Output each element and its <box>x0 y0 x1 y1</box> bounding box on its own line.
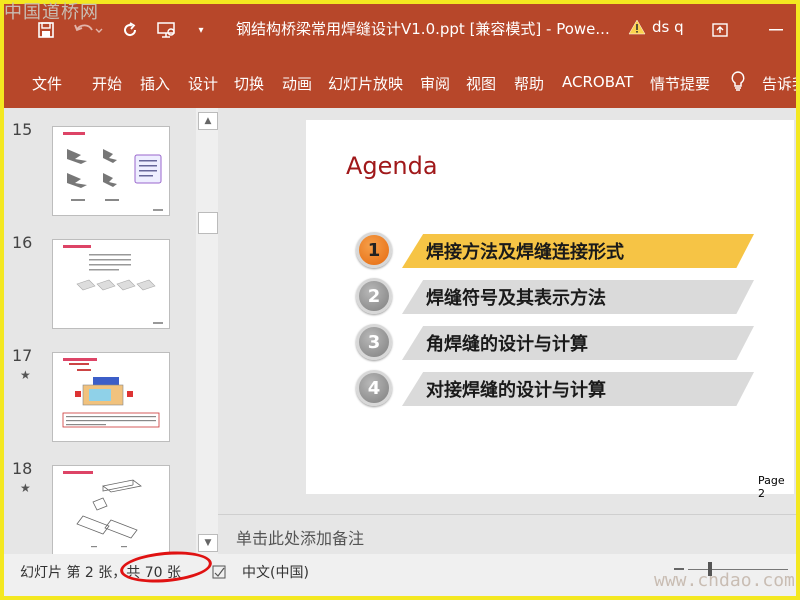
tell-me-search[interactable]: 告诉我 <box>762 73 796 94</box>
warning-icon <box>628 19 646 35</box>
agenda-text: 角焊缝的设计与计算 <box>402 326 754 360</box>
agenda-text: 对接焊缝的设计与计算 <box>402 372 754 406</box>
agenda-text: 焊接方法及焊缝连接形式 <box>402 234 754 268</box>
watermark-bottom: www.cndao.com <box>654 570 795 591</box>
present-icon[interactable] <box>154 18 180 42</box>
slide-thumbnail-17[interactable]: 17 ★ <box>4 346 196 459</box>
tab-animations[interactable]: 动画 <box>282 73 312 94</box>
agenda-item-3[interactable]: 3 角焊缝的设计与计算 <box>356 324 766 362</box>
slide-star: ★ <box>20 481 31 495</box>
spellcheck-icon[interactable] <box>212 564 226 583</box>
scroll-thumb[interactable] <box>198 212 218 234</box>
slide-number: 15 <box>12 120 33 139</box>
tab-slideshow[interactable]: 幻灯片放映 <box>328 73 403 94</box>
slide-title[interactable]: Agenda <box>346 152 438 180</box>
language-status[interactable]: 中文(中国) <box>242 562 309 582</box>
notes-pane[interactable]: 单击此处添加备注 <box>218 514 796 555</box>
slide-thumbnail-pane: 15 16 17 ★ 18 ★ <box>4 108 218 554</box>
watermark-top: 中国道桥网 <box>4 2 99 23</box>
tab-storyboarding[interactable]: 情节提要 <box>650 73 710 94</box>
tab-design[interactable]: 设计 <box>188 73 218 94</box>
agenda-number: 4 <box>356 370 392 406</box>
thumbnail-image <box>52 465 170 554</box>
minimize-icon[interactable] <box>766 18 786 42</box>
title-bar: ▾ 钢结构桥梁常用焊缝设计V1.0.ppt [兼容模式] - Powe... d… <box>4 4 796 56</box>
slide-number: 18 <box>12 459 33 478</box>
agenda-text: 焊缝符号及其表示方法 <box>402 280 754 314</box>
customize-qat-icon[interactable]: ▾ <box>194 18 208 42</box>
tab-view[interactable]: 视图 <box>466 73 496 94</box>
restore-ribbon-icon[interactable] <box>708 18 732 42</box>
scroll-up-icon[interactable]: ▲ <box>198 112 218 130</box>
agenda-item-2[interactable]: 2 焊缝符号及其表示方法 <box>356 278 766 316</box>
notes-placeholder[interactable]: 单击此处添加备注 <box>236 525 364 549</box>
ribbon-menu: 文件 开始 插入 设计 切换 动画 幻灯片放映 审阅 视图 帮助 ACROBAT… <box>4 56 796 108</box>
window-title: 钢结构桥梁常用焊缝设计V1.0.ppt [兼容模式] - Powe... <box>236 20 610 38</box>
redo-icon[interactable] <box>118 18 142 42</box>
tab-acrobat[interactable]: ACROBAT <box>562 73 633 91</box>
agenda-item-1[interactable]: 1 焊接方法及焊缝连接形式 <box>356 232 766 270</box>
slide-star: ★ <box>20 368 31 382</box>
slide-thumbnail-15[interactable]: 15 <box>4 120 196 233</box>
tab-home[interactable]: 开始 <box>92 73 122 94</box>
scroll-down-icon[interactable]: ▼ <box>198 534 218 552</box>
thumbnail-image <box>52 352 170 442</box>
thumbnail-image <box>52 239 170 329</box>
account-name: ds q <box>652 18 684 36</box>
agenda-number: 1 <box>356 232 392 268</box>
agenda-number: 2 <box>356 278 392 314</box>
slide-thumbnail-16[interactable]: 16 <box>4 233 196 346</box>
thumbnail-scrollbar[interactable]: ▲ ▼ <box>196 108 218 554</box>
page-number-label: Page 2 <box>758 474 785 500</box>
account-warning[interactable]: ds q <box>628 18 684 36</box>
slide-number: 17 <box>12 346 33 365</box>
agenda-item-4[interactable]: 4 对接焊缝的设计与计算 <box>356 370 766 408</box>
slide-number: 16 <box>12 233 33 252</box>
tab-insert[interactable]: 插入 <box>140 73 170 94</box>
tab-file[interactable]: 文件 <box>32 73 62 94</box>
lightbulb-icon[interactable] <box>730 70 746 96</box>
tab-review[interactable]: 审阅 <box>420 73 450 94</box>
app-window: ▾ 钢结构桥梁常用焊缝设计V1.0.ppt [兼容模式] - Powe... d… <box>0 0 800 600</box>
tab-help[interactable]: 帮助 <box>514 73 544 94</box>
tab-transitions[interactable]: 切换 <box>234 73 264 94</box>
agenda-number: 3 <box>356 324 392 360</box>
slide-thumbnail-18[interactable]: 18 ★ <box>4 459 196 554</box>
slide-canvas[interactable]: Agenda 1 焊接方法及焊缝连接形式 2 焊缝符号及其表示方法 3 角焊缝的… <box>306 120 794 500</box>
thumbnail-image <box>52 126 170 216</box>
